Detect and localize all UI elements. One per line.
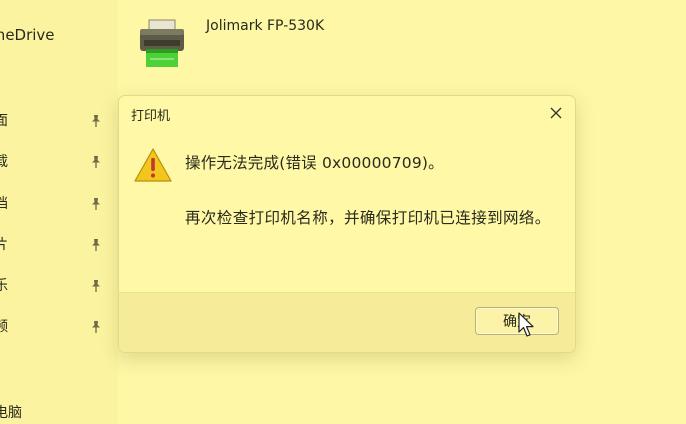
nav-item-label: 频 (0, 319, 8, 335)
dialog-footer: 确定 (119, 292, 575, 352)
pin-icon (92, 239, 100, 251)
printer-icon (140, 19, 184, 67)
nav-quick-access-item-5[interactable]: 乐 (0, 275, 108, 297)
warning-icon (134, 148, 172, 182)
dialog-title: 打印机 (131, 109, 171, 124)
nav-item-label: 片 (0, 237, 8, 253)
nav-item-this-pc[interactable]: 电脑 (0, 402, 22, 422)
nav-quick-access-item-1[interactable]: 面 (0, 110, 108, 132)
error-detail: 再次检查打印机名称，并确保打印机已连接到网络。 (185, 209, 551, 227)
nav-quick-access-item-4[interactable]: 片 (0, 234, 108, 256)
pin-icon (92, 115, 100, 127)
pin-icon (92, 198, 100, 210)
mouse-cursor-icon (518, 312, 534, 337)
close-button[interactable] (539, 98, 573, 128)
nav-quick-access-item-6[interactable]: 频 (0, 316, 108, 338)
pin-icon (92, 156, 100, 168)
printer-name: Jolimark FP-530K (206, 18, 325, 34)
pin-icon (92, 280, 100, 292)
navigation-pane: OneDrive 面 载 档 片 乐 (0, 0, 118, 424)
error-dialog: 打印机 操作无法完成(错误 0x00000709)。 再次检查打印机名称，并确保… (118, 95, 576, 353)
nav-quick-access-item-3[interactable]: 档 (0, 193, 108, 215)
nav-quick-access-item-2[interactable]: 载 (0, 151, 108, 173)
error-message: 操作无法完成(错误 0x00000709)。 (185, 154, 444, 172)
close-icon (550, 107, 562, 119)
printer-item[interactable]: Jolimark FP-530K (136, 14, 396, 74)
nav-item-label: 面 (0, 113, 8, 129)
nav-item-label: 乐 (0, 278, 8, 294)
nav-item-label: 载 (0, 154, 8, 170)
nav-item-label: 档 (0, 196, 8, 212)
nav-item-onedrive-label: OneDrive (0, 26, 55, 44)
nav-item-onedrive[interactable]: OneDrive (0, 26, 55, 44)
ok-button[interactable]: 确定 (475, 307, 559, 335)
pin-icon (92, 321, 100, 333)
